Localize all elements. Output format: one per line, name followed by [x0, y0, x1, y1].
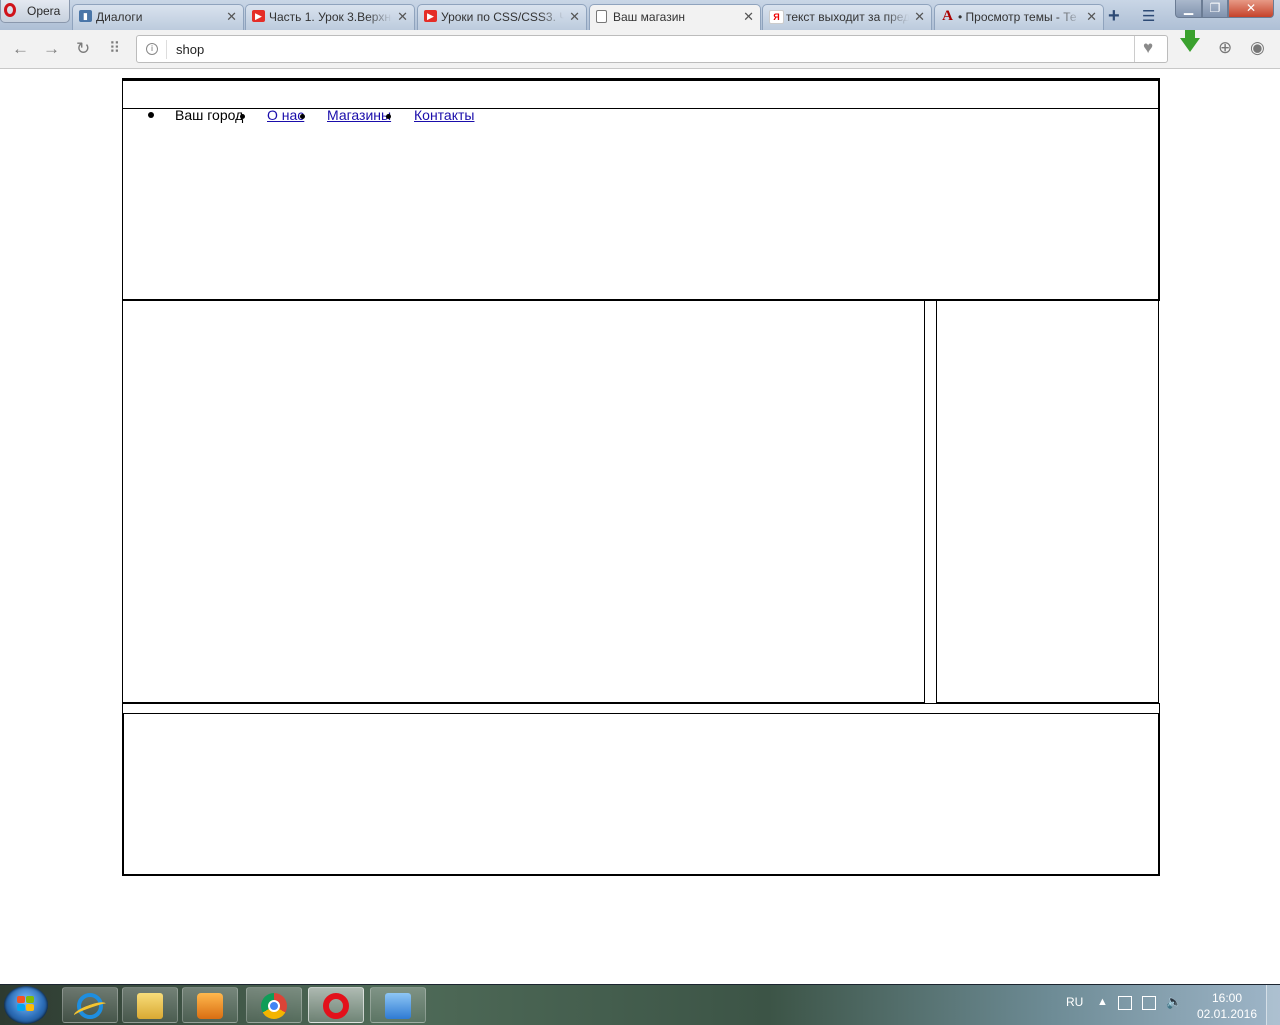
- menu-link-about[interactable]: О нас: [267, 107, 304, 123]
- site-info-icon[interactable]: i: [146, 43, 158, 55]
- close-window-button[interactable]: ✕: [1228, 0, 1274, 18]
- show-hidden-icons-icon[interactable]: ▲: [1097, 996, 1108, 1008]
- tab-menu-icon[interactable]: ☰: [1142, 7, 1155, 25]
- maximize-window-button[interactable]: ❐: [1202, 0, 1228, 18]
- windows-taskbar: RU ▲ 🔈 16:00 02.01.2016: [0, 984, 1280, 1025]
- speed-dial-grid-icon[interactable]: ⠿: [109, 39, 120, 59]
- tab-css-lessons[interactable]: ▶ Уроки по CSS/CSS3. Что ✕: [417, 4, 587, 30]
- system-clock[interactable]: 16:00 02.01.2016: [1196, 990, 1258, 1022]
- list-bullet: [240, 114, 245, 119]
- tab-strip: Opera ▮ Диалоги ✕ ▶ Часть 1. Урок 3.Верх…: [0, 0, 1280, 31]
- main-content-block: [122, 300, 925, 703]
- tab-your-shop[interactable]: Ваш магазин ✕: [589, 4, 761, 31]
- menu-link-shops[interactable]: Магазины: [327, 107, 391, 123]
- media-player-icon: [197, 993, 223, 1019]
- close-icon[interactable]: ✕: [1086, 9, 1097, 25]
- heart-bookmark-icon[interactable]: ♥: [1143, 38, 1153, 58]
- new-tab-plus-icon[interactable]: +: [1108, 5, 1120, 28]
- windows-logo-icon: [17, 996, 35, 1013]
- chrome-icon: [261, 993, 287, 1019]
- taskbar-chrome[interactable]: [246, 987, 302, 1023]
- forward-arrow-icon[interactable]: →: [43, 39, 60, 59]
- clock-time: 16:00: [1211, 991, 1243, 1005]
- tab-yandex-search[interactable]: Я текст выходит за пределы ✕: [762, 4, 932, 30]
- internet-explorer-icon: [77, 993, 103, 1019]
- menu-link-contacts[interactable]: Контакты: [414, 107, 474, 123]
- taskbar-dialog-app[interactable]: [370, 987, 426, 1023]
- navigation-toolbar: ← → ↻ ⠿ i shop ♥ ⊕ ◉: [0, 30, 1280, 69]
- tab-title: Часть 1. Урок 3.Верхнее меню: [269, 10, 392, 24]
- dialog-app-icon: [385, 993, 411, 1019]
- downloads-icon[interactable]: ⊕: [1218, 38, 1232, 58]
- tab-title: Ваш магазин: [613, 10, 686, 24]
- list-bullet: [386, 114, 391, 119]
- opera-menu-label: Opera: [27, 4, 61, 18]
- green-download-icon[interactable]: [1180, 30, 1200, 52]
- page-viewport: Ваш город О нас Магазины Контакты: [0, 69, 1280, 984]
- network-icon[interactable]: [1142, 996, 1156, 1010]
- tab-title: текст выходит за пределы: [786, 10, 909, 24]
- address-bar[interactable]: i shop ♥: [136, 35, 1168, 63]
- tab-lesson-3[interactable]: ▶ Часть 1. Урок 3.Верхнее меню ✕: [245, 4, 415, 30]
- close-icon[interactable]: ✕: [226, 9, 237, 25]
- opera-icon: [323, 993, 349, 1019]
- clock-date: 02.01.2016: [1196, 1007, 1258, 1021]
- sidebar-block: [936, 300, 1159, 703]
- close-icon[interactable]: ✕: [743, 9, 754, 25]
- address-divider: [166, 40, 167, 59]
- opera-menu-button[interactable]: Opera: [0, 0, 70, 23]
- heart-divider: [1134, 36, 1135, 62]
- show-desktop-button[interactable]: [1266, 985, 1280, 1025]
- youtube-icon: ▶: [252, 10, 265, 22]
- yandex-icon: Я: [769, 10, 784, 24]
- tab-forum-topic[interactable]: A • Просмотр темы - Те ✕: [934, 4, 1104, 30]
- taskbar-internet-explorer[interactable]: [62, 987, 118, 1023]
- list-bullet: [300, 114, 305, 119]
- taskbar-media-player[interactable]: [182, 987, 238, 1023]
- dialogs-icon: ▮: [79, 10, 92, 22]
- start-button[interactable]: [4, 986, 48, 1024]
- explorer-folder-icon: [137, 993, 163, 1019]
- taskbar-explorer[interactable]: [122, 987, 178, 1023]
- document-icon: [596, 10, 607, 23]
- account-icon[interactable]: ◉: [1250, 38, 1265, 58]
- close-icon[interactable]: ✕: [569, 9, 580, 25]
- header-top-strip: [123, 79, 1159, 109]
- close-icon[interactable]: ✕: [914, 9, 925, 25]
- tab-title: Уроки по CSS/CSS3. Что: [441, 10, 564, 24]
- volume-icon[interactable]: 🔈: [1166, 994, 1182, 1009]
- list-bullet: [148, 112, 154, 118]
- page-footer-block: [122, 713, 1160, 876]
- action-center-flag-icon[interactable]: [1118, 996, 1132, 1010]
- opera-logo-icon: [4, 3, 16, 17]
- taskbar-opera[interactable]: [308, 987, 364, 1023]
- minimize-window-button[interactable]: ▁: [1175, 0, 1202, 18]
- menu-item-your-city: Ваш город: [175, 107, 244, 123]
- back-arrow-icon[interactable]: ←: [12, 39, 29, 59]
- language-indicator[interactable]: RU: [1066, 995, 1083, 1009]
- forum-icon: A: [942, 8, 953, 24]
- address-url[interactable]: shop: [176, 42, 204, 57]
- tab-title: Диалоги: [96, 10, 143, 24]
- youtube-icon: ▶: [424, 10, 437, 22]
- tab-title: • Просмотр темы - Те: [958, 10, 1077, 24]
- tab-dialogs[interactable]: ▮ Диалоги ✕: [72, 4, 244, 30]
- reload-icon[interactable]: ↻: [76, 39, 90, 59]
- close-icon[interactable]: ✕: [397, 9, 408, 25]
